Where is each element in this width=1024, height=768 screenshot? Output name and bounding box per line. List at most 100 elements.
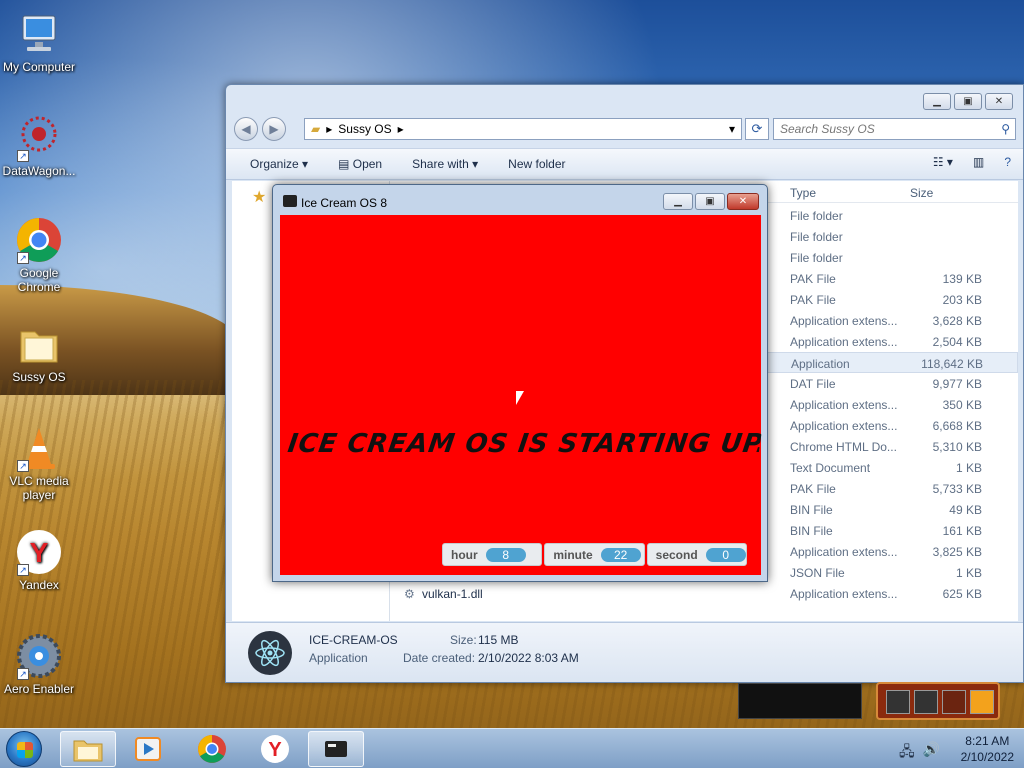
yandex-icon: Y <box>261 735 289 763</box>
gadget-panel <box>738 683 862 719</box>
column-header-size[interactable]: Size <box>910 186 933 200</box>
start-button[interactable] <box>6 731 42 767</box>
search-placeholder: Search Sussy OS <box>780 122 875 136</box>
minimize-button[interactable]: ▁ <box>663 193 693 210</box>
color-swatch[interactable] <box>886 690 910 714</box>
file-type: PAK File <box>790 482 836 496</box>
volume-icon[interactable]: 🔊 <box>923 741 940 765</box>
aero-gadget[interactable] <box>876 682 1000 720</box>
close-button[interactable]: ✕ <box>727 193 759 210</box>
file-type: JSON File <box>790 566 845 580</box>
file-size: 139 KB <box>942 272 982 286</box>
file-type: Application extens... <box>790 398 898 412</box>
column-header-type[interactable]: Type <box>790 186 816 200</box>
file-size: 350 KB <box>942 398 982 412</box>
maximize-button[interactable]: ▣ <box>954 93 982 110</box>
file-type: BIN File <box>790 503 833 517</box>
new-folder-button[interactable]: New folder <box>508 157 565 171</box>
breadcrumb-separator-icon: ▸ <box>397 122 404 136</box>
shortcut-arrow-icon: ↗ <box>17 460 29 472</box>
breadcrumb[interactable]: Sussy OS <box>338 122 391 136</box>
color-swatch[interactable] <box>942 690 966 714</box>
desktop-icon-sussy-os[interactable]: Sussy OS <box>0 320 78 384</box>
color-swatch[interactable] <box>914 690 938 714</box>
back-button[interactable]: ◀ <box>234 117 258 141</box>
desktop-icon-aero-enabler[interactable]: ↗ Aero Enabler <box>0 632 78 696</box>
open-icon: ▤ <box>338 157 350 171</box>
search-input[interactable]: Search Sussy OS ⚲ <box>773 118 1016 140</box>
desktop-icon-yandex[interactable]: Y ↗ Yandex <box>0 528 78 592</box>
minimize-button[interactable]: ▁ <box>923 93 951 110</box>
file-size: 1 KB <box>955 461 982 475</box>
svg-text:Y: Y <box>268 739 282 761</box>
file-size: 9,977 KB <box>932 377 982 391</box>
clock-time: 8:21 AM <box>965 734 1010 748</box>
file-type: PAK File <box>790 293 836 307</box>
file-type: File folder <box>790 251 843 265</box>
taskbar-media-player[interactable] <box>120 731 176 767</box>
taskbar-yandex[interactable]: Y <box>247 731 303 767</box>
search-icon[interactable]: ⚲ <box>1001 119 1010 139</box>
details-size-label: Size: <box>450 633 477 647</box>
boot-message: ICE CREAM OS IS STARTING UP... <box>285 429 763 459</box>
help-icon[interactable]: ? <box>1004 155 1011 169</box>
taskbar: Y 🖧 🔊 8:21 AM 2/10/2022 <box>0 728 1024 768</box>
file-size: 5,310 KB <box>932 440 982 454</box>
desktop-icon-label: VLC media player <box>9 474 69 502</box>
clock-minute: minute 22 <box>544 543 645 566</box>
vlc-cone-icon: ↗ <box>15 424 63 472</box>
file-name: vulkan-1.dll <box>422 587 483 601</box>
file-type: Application extens... <box>790 335 898 349</box>
chevron-down-icon[interactable]: ▾ <box>729 122 735 136</box>
preview-pane-icon[interactable]: ▥ <box>973 155 984 169</box>
desktop-icon-my-computer[interactable]: My Computer <box>0 10 78 74</box>
ice-cream-caption-buttons: ▁ ▣ ✕ <box>663 193 759 210</box>
network-icon[interactable]: 🖧 <box>899 741 915 765</box>
share-with-button[interactable]: Share with ▾ <box>412 157 478 171</box>
desktop-icon-label: DataWagon... <box>2 164 76 178</box>
media-player-icon <box>135 737 161 761</box>
taskbar-chrome[interactable] <box>184 731 240 767</box>
refresh-button[interactable]: ⟳ <box>745 118 769 140</box>
dll-file-icon: ⚙ <box>404 587 415 601</box>
favorites-star-icon[interactable]: ★ <box>252 187 266 207</box>
taskbar-explorer[interactable] <box>60 731 116 767</box>
folder-icon <box>15 320 63 368</box>
file-type: Application extens... <box>790 419 898 433</box>
view-options-icon[interactable]: ☷ ▾ <box>933 155 953 169</box>
details-size-value: 115 MB <box>478 633 519 647</box>
file-size: 49 KB <box>949 503 982 517</box>
file-row[interactable]: ⚙ vulkan-1.dll Application extens... 625 KB <box>390 583 1018 604</box>
shortcut-arrow-icon: ↗ <box>17 150 29 162</box>
system-tray: 🖧 🔊 <box>899 741 940 765</box>
clock-second: second 0 <box>646 543 747 566</box>
open-button[interactable]: ▤ Open <box>338 157 382 171</box>
clock[interactable]: 8:21 AM 2/10/2022 <box>961 733 1014 765</box>
desktop-icon-google-chrome[interactable]: ↗ Google Chrome <box>0 216 78 294</box>
forward-button[interactable]: ▶ <box>262 117 286 141</box>
aero-enabler-icon: ↗ <box>15 632 63 680</box>
ice-cream-os-window: Ice Cream OS 8 ▁ ▣ ✕ ICE CREAM OS IS STA… <box>272 184 768 582</box>
file-type: Application extens... <box>790 314 898 328</box>
datawagon-icon: ↗ <box>15 114 63 162</box>
details-created-label: Date created: <box>403 651 476 665</box>
svg-text:Y: Y <box>30 537 49 568</box>
clock-date: 2/10/2022 <box>960 750 1014 764</box>
window-title: Ice Cream OS 8 <box>301 196 388 210</box>
taskbar-ice-cream-os[interactable] <box>308 731 364 767</box>
maximize-button[interactable]: ▣ <box>695 193 725 210</box>
details-file-kind: Application <box>309 651 368 665</box>
desktop-icon-datawagon[interactable]: ↗ DataWagon... <box>0 114 78 178</box>
details-created-value: 2/10/2022 8:03 AM <box>478 651 579 665</box>
address-bar[interactable]: ▰ ▸ Sussy OS ▸ ▾ <box>304 118 742 140</box>
folder-icon: ▰ <box>311 122 321 136</box>
color-swatch[interactable] <box>970 690 994 714</box>
desktop-icon-vlc[interactable]: ↗ VLC media player <box>0 424 78 502</box>
details-pane: ICE-CREAM-OS Application Size: 115 MB Da… <box>226 622 1023 682</box>
close-button[interactable]: ✕ <box>985 93 1013 110</box>
app-icon <box>325 741 347 757</box>
organize-button[interactable]: Organize ▾ <box>250 157 308 171</box>
chrome-icon: ↗ <box>15 216 63 264</box>
file-size: 1 KB <box>955 566 982 580</box>
computer-icon <box>15 10 63 58</box>
